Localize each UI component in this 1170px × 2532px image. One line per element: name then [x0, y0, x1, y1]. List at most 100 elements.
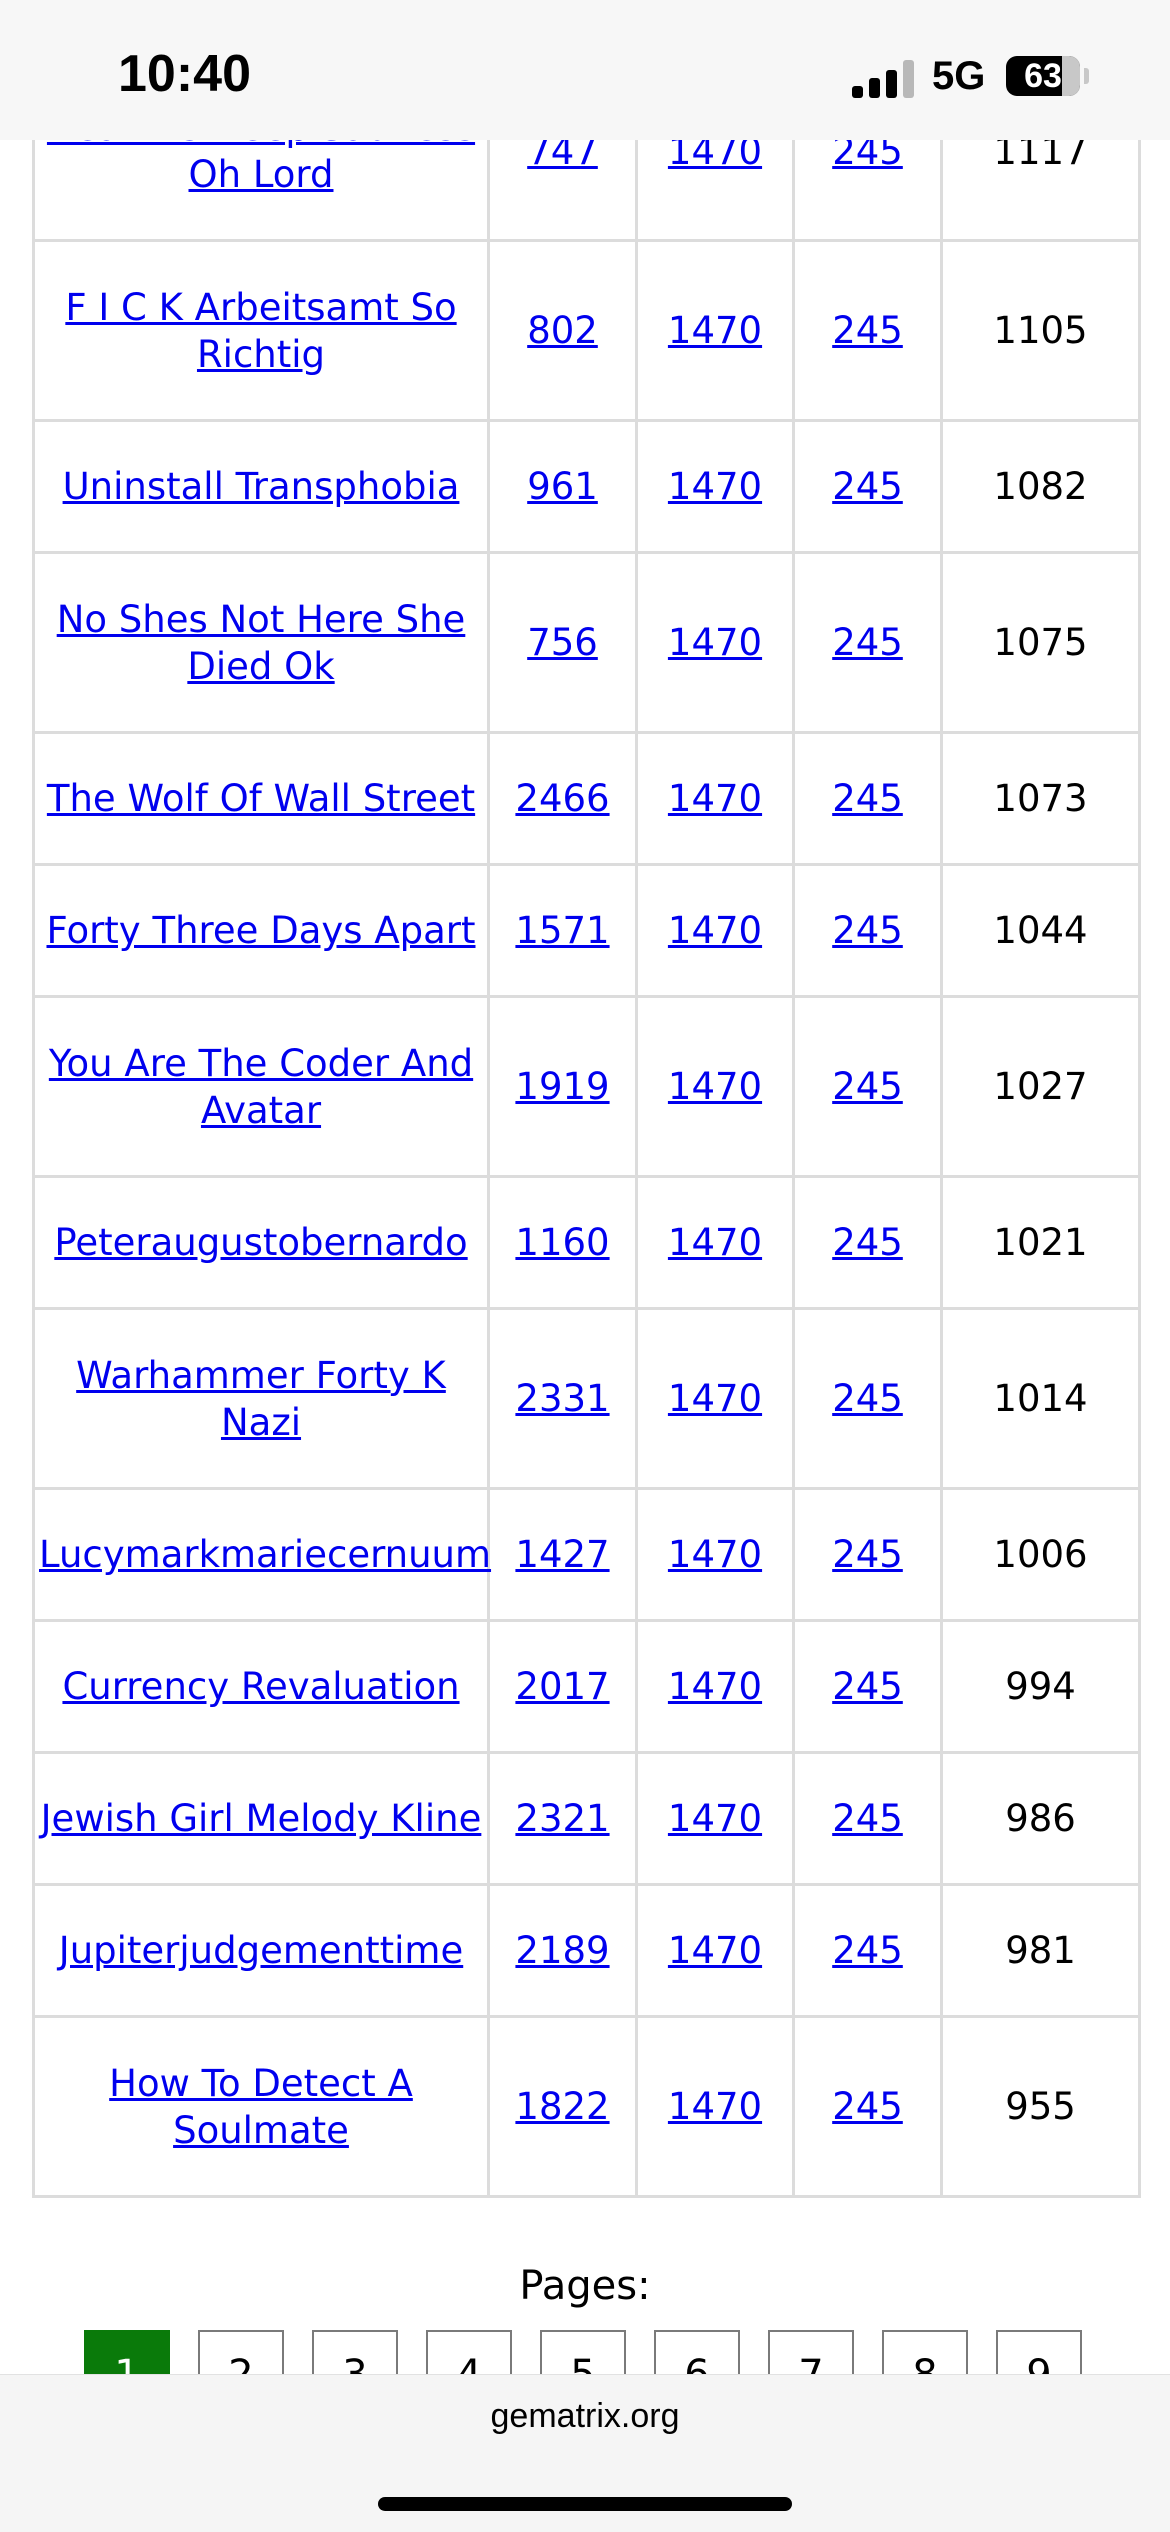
- table-cell: Peteraugustobernardo: [32, 1175, 490, 1310]
- table-row: Jewish Girl Melody Kline 2321 1470 245 986: [32, 1751, 1141, 1886]
- table-cell: Warhammer Forty K Nazi: [32, 1307, 490, 1490]
- value-link[interactable]: 1470: [668, 1377, 762, 1420]
- table-row: No Shes Not Here She Died Ok 756 1470 245 10…: [32, 551, 1141, 734]
- phrase-link[interactable]: F I C K Arbeitsamt So Richtig: [65, 286, 456, 376]
- table-cell: 1044: [940, 863, 1141, 998]
- value-link[interactable]: 1571: [515, 909, 609, 952]
- phrase-link[interactable]: You Are The Coder And Avatar: [49, 1042, 473, 1132]
- value-link[interactable]: 245: [832, 1065, 903, 1108]
- table-cell: 245: [792, 1175, 943, 1310]
- value-link[interactable]: 2321: [515, 1797, 609, 1840]
- table-cell: 245: [792, 551, 943, 734]
- table-cell: 994: [940, 1619, 1141, 1754]
- value-link[interactable]: 1470: [668, 309, 762, 352]
- value-link[interactable]: 245: [832, 909, 903, 952]
- value-link[interactable]: 2331: [515, 1377, 609, 1420]
- value-link[interactable]: 1470: [668, 621, 762, 664]
- value-link[interactable]: 1470: [668, 1797, 762, 1840]
- value-link[interactable]: 245: [832, 2085, 903, 2128]
- value-link[interactable]: 2466: [515, 777, 609, 820]
- value-link[interactable]: 245: [832, 1929, 903, 1972]
- table-cell: 245: [792, 1619, 943, 1754]
- table-cell: 2321: [487, 1751, 638, 1886]
- phrase-link[interactable]: Uninstall Transphobia: [63, 465, 460, 508]
- table-cell: 1470: [635, 1307, 795, 1490]
- search-count: 1044: [993, 909, 1088, 952]
- table-cell: 2017: [487, 1619, 638, 1754]
- table-cell: 1470: [635, 1883, 795, 2018]
- value-link[interactable]: 1427: [515, 1533, 609, 1576]
- phrase-link[interactable]: The Wolf Of Wall Street: [47, 777, 475, 820]
- phrase-link[interactable]: Warhammer Forty K Nazi: [76, 1354, 446, 1444]
- value-link[interactable]: 1470: [668, 909, 762, 952]
- value-link[interactable]: 1470: [668, 1929, 762, 1972]
- table-cell: You Are The Coder And Avatar: [32, 995, 490, 1178]
- value-link[interactable]: 1470: [668, 777, 762, 820]
- table-cell: 1919: [487, 995, 638, 1178]
- search-count: 986: [1005, 1797, 1076, 1840]
- value-link[interactable]: 245: [832, 1377, 903, 1420]
- value-link[interactable]: 245: [832, 1533, 903, 1576]
- value-link[interactable]: 245: [832, 777, 903, 820]
- table-cell: 1021: [940, 1175, 1141, 1310]
- home-indicator[interactable]: [378, 2497, 792, 2511]
- table-row: How To Detect A Soulmate 1822 1470 245 955: [32, 2015, 1141, 2198]
- search-count: 1105: [993, 309, 1088, 352]
- phrase-link[interactable]: Currency Revaluation: [62, 1665, 459, 1708]
- table-cell: 245: [792, 419, 943, 554]
- browser-bottom-bar: gematrix.org: [0, 2374, 1170, 2532]
- table-cell: Lucymarkmariecernuum: [32, 1487, 491, 1622]
- table-row: You Are The Coder And Avatar 1919 1470 245 1…: [32, 995, 1141, 1178]
- value-link[interactable]: 245: [832, 621, 903, 664]
- table-cell: 756: [487, 551, 638, 734]
- table-cell: 1105: [940, 239, 1141, 422]
- table-cell: 1822: [487, 2015, 638, 2198]
- value-link[interactable]: 1470: [668, 2085, 762, 2128]
- value-link[interactable]: 756: [527, 621, 598, 664]
- table-cell: The Wolf Of Wall Street: [32, 731, 490, 866]
- value-link[interactable]: 961: [527, 465, 598, 508]
- phrase-link[interactable]: Peteraugustobernardo: [54, 1221, 467, 1264]
- table-cell: 1014: [940, 1307, 1141, 1490]
- value-link[interactable]: 2189: [515, 1929, 609, 1972]
- table-cell: 245: [792, 1487, 943, 1622]
- phrase-link[interactable]: How To Detect A Soulmate: [109, 2062, 413, 2152]
- phrase-link[interactable]: Jewish Girl Melody Kline: [41, 1797, 482, 1840]
- search-count: 981: [1005, 1929, 1076, 1972]
- search-count: 1006: [993, 1533, 1088, 1576]
- value-link[interactable]: 245: [832, 309, 903, 352]
- table-cell: 1082: [940, 419, 1141, 554]
- value-link[interactable]: 1919: [515, 1065, 609, 1108]
- value-link[interactable]: 245: [832, 1797, 903, 1840]
- value-link[interactable]: 1470: [668, 465, 762, 508]
- value-link[interactable]: 1470: [668, 1065, 762, 1108]
- table-cell: 1470: [635, 419, 795, 554]
- phrase-link[interactable]: No Shes Not Here She Died Ok: [57, 598, 466, 688]
- value-link[interactable]: 2017: [515, 1665, 609, 1708]
- search-count: 1027: [993, 1065, 1088, 1108]
- table-row: Peteraugustobernardo 1160 1470 245 1021: [32, 1175, 1141, 1310]
- value-link[interactable]: 802: [527, 309, 598, 352]
- table-cell: 245: [792, 1307, 943, 1490]
- value-link[interactable]: 245: [832, 1221, 903, 1264]
- phrase-link[interactable]: Jupiterjudgementtime: [59, 1929, 463, 1972]
- value-link[interactable]: 1470: [668, 1665, 762, 1708]
- value-link[interactable]: 1160: [515, 1221, 609, 1264]
- search-count: 1014: [993, 1377, 1088, 1420]
- value-link[interactable]: 1470: [668, 1221, 762, 1264]
- address-bar[interactable]: gematrix.org: [0, 2397, 1170, 2436]
- value-link[interactable]: 245: [832, 1665, 903, 1708]
- table-cell: 245: [792, 731, 943, 866]
- table-cell: 1470: [635, 995, 795, 1178]
- phrase-link[interactable]: Forty Three Days Apart: [46, 909, 475, 952]
- table-cell: 245: [792, 863, 943, 998]
- table-cell: 245: [792, 239, 943, 422]
- network-type: 5G: [932, 54, 986, 98]
- table-cell: 1470: [635, 1751, 795, 1886]
- value-link[interactable]: 1470: [668, 1533, 762, 1576]
- table-cell: 955: [940, 2015, 1141, 2198]
- phrase-link[interactable]: Lucymarkmariecernuum: [39, 1533, 491, 1576]
- value-link[interactable]: 1822: [515, 2085, 609, 2128]
- value-link[interactable]: 245: [832, 465, 903, 508]
- table-cell: F I C K Arbeitsamt So Richtig: [32, 239, 490, 422]
